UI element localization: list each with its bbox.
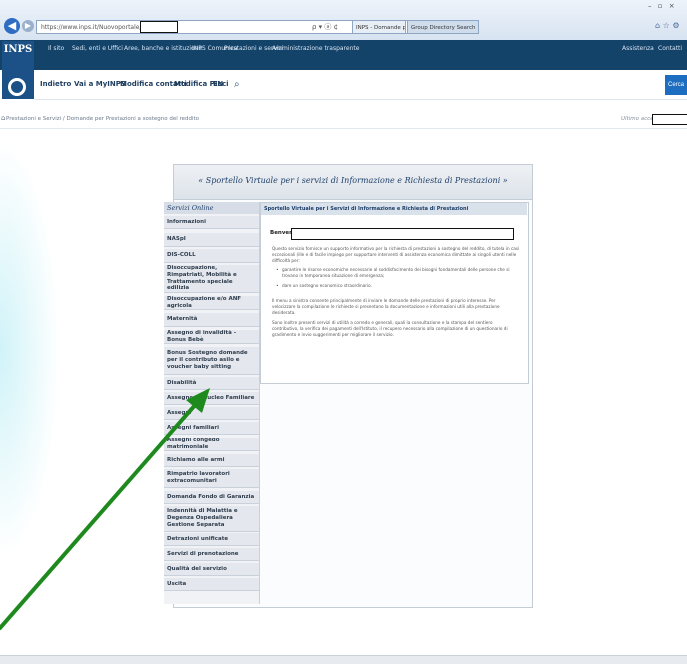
services-paragraph: Sono inoltre presenti servizi di utilità…	[272, 320, 508, 338]
top-link-il-sito[interactable]: Il sito	[48, 45, 64, 52]
search-icon[interactable]: ⌕	[234, 79, 240, 90]
search-input[interactable]	[246, 74, 665, 96]
menu-paragraph: Il menu a sinistra consente principalmen…	[272, 298, 500, 316]
sidebar-item-assegni-familiari[interactable]: Assegni familiari	[164, 422, 259, 435]
browser-tools-icons[interactable]: ⌂ ☆ ⚙	[655, 21, 680, 30]
top-link-aree[interactable]: Aree, banche e istituzione	[124, 45, 202, 52]
bullet-item-2: dare un sostegno economico straordinario…	[282, 283, 372, 288]
window-controls[interactable]: – ▫ ×	[648, 2, 677, 10]
sidebar-item-assegno-nucleo-familiare[interactable]: Assegno al Nucleo Familiare	[164, 392, 259, 405]
sidebar-item-assegni[interactable]: Assegni	[164, 407, 259, 420]
sidebar-item-disoccupazione[interactable]: Disoccupazione, Rimpatriati, Mobilità e …	[164, 265, 259, 293]
browser-tab-inps[interactable]: INPS - Domande per Presta...	[352, 20, 406, 34]
top-link-assistenza[interactable]: Assistenza	[622, 45, 654, 52]
myinps-link[interactable]: Vai a MyINPS	[74, 80, 126, 88]
sidebar-item-disoccupazione-agricola[interactable]: Disoccupazione e/o ANF agricola	[164, 296, 259, 310]
sidebar-item-bonus-sostegno[interactable]: Bonus Sostegno domande per il contributo…	[164, 347, 259, 375]
sidebar-item-uscita[interactable]: Uscita	[164, 578, 259, 591]
top-link-sedi[interactable]: Sedi, enti e Uffici	[72, 45, 123, 52]
sidebar-item-richiamo-armi[interactable]: Richiamo alle armi	[164, 454, 259, 467]
sidebar-item-dis-coll[interactable]: DIS-COLL	[164, 249, 259, 263]
sidebar-item-fondo-garanzia[interactable]: Domanda Fondo di Garanzia	[164, 491, 259, 504]
sidebar-item-assegno-invalidita[interactable]: Assegno di invalidità - Bonus Bebè	[164, 330, 259, 344]
background-decoration	[0, 140, 60, 560]
breadcrumb[interactable]: Prestazioni e Servizi / Domande per Pres…	[6, 116, 199, 122]
bullet-marker: •	[276, 284, 279, 289]
indietro-link[interactable]: Indietro	[40, 80, 71, 88]
content-header: Sportello Virtuale per i Servizi di Info…	[261, 203, 527, 215]
sidebar-header: Servizi Online	[164, 202, 259, 214]
top-link-amministrazione[interactable]: Amministrazione trasparente	[272, 45, 359, 52]
redacted-box	[140, 21, 178, 33]
sidebar-item-prenotazione[interactable]: Servizi di prenotazione	[164, 548, 259, 561]
esci-link[interactable]: Esci	[213, 80, 229, 88]
search-button[interactable]: Cerca	[665, 75, 687, 95]
bullet-marker: •	[276, 268, 279, 273]
sidebar-item-informazioni[interactable]: Informazioni	[164, 216, 259, 229]
sidebar-item-naspi[interactable]: NASpI	[164, 233, 259, 247]
sidebar-item-disabilita[interactable]: Disabilità	[164, 377, 259, 390]
sidebar-item-detrazioni[interactable]: Detrazioni unificate	[164, 533, 259, 546]
sidebar-item-rimpatrio[interactable]: Rimpatrio lavoratori extracomunitari	[164, 469, 259, 488]
sidebar-item-maternita[interactable]: Maternità	[164, 313, 259, 327]
panel-title: « Sportello Virtuale per i servizi di In…	[198, 176, 508, 185]
top-link-contatti[interactable]: Contatti	[658, 45, 682, 52]
forward-arrow-icon[interactable]: ▶	[22, 20, 34, 32]
intro-paragraph: Questo servizio fornisce un supporto inf…	[272, 246, 520, 264]
sidebar-item-malattia[interactable]: Indennità di Malattia e Degenza Ospedali…	[164, 506, 259, 532]
redacted-box	[291, 228, 514, 240]
redacted-box	[652, 114, 687, 125]
home-icon[interactable]: ⌂	[1, 114, 5, 122]
sidebar-item-qualita[interactable]: Qualità del servizio	[164, 563, 259, 576]
logo-ring-icon	[8, 78, 26, 96]
bullet-item-1: garantire le risorse economiche necessar…	[282, 267, 510, 279]
divider	[0, 128, 687, 129]
browser-tab-directory[interactable]: Group Directory Search	[407, 20, 479, 34]
inps-logo-text: INPS	[3, 44, 33, 55]
back-arrow-icon[interactable]: ◀	[4, 18, 20, 34]
sidebar-item-congedo-matrimoniale[interactable]: Assegni congedo matrimoniale	[164, 438, 259, 451]
address-bar-icons[interactable]: ρ ▾ ⓐ ¢	[312, 20, 338, 34]
